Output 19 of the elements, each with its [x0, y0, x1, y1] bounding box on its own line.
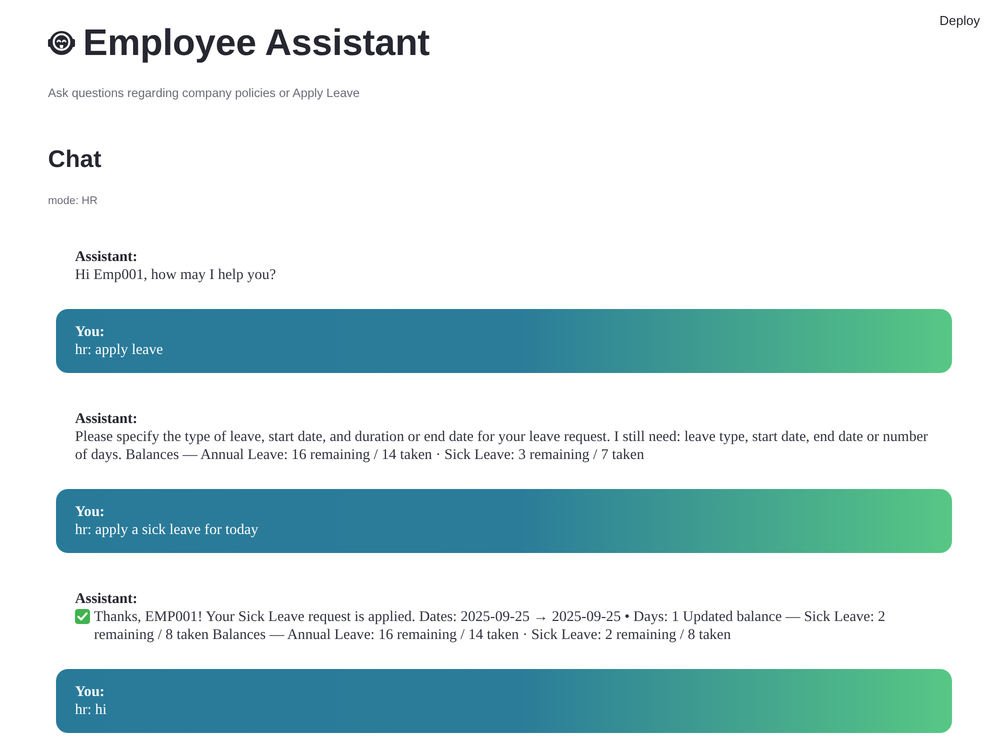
sender-label: Assistant: — [75, 248, 138, 266]
sender-label: You: — [75, 683, 105, 701]
message-text: Hi Emp001, how may I help you? — [75, 266, 277, 284]
message-text: hr: apply leave — [75, 341, 164, 359]
sender-label: Assistant: — [75, 590, 138, 608]
chat-heading: Chat — [48, 145, 102, 175]
message-text: hr: hi — [75, 701, 108, 719]
robot-face-icon — [48, 30, 75, 56]
mode-label: mode: HR — [48, 194, 98, 208]
check-mark-icon — [75, 609, 90, 624]
message-text: hr: apply a sick leave for today — [75, 521, 260, 539]
sender-label: You: — [75, 323, 105, 341]
sender-label: Assistant: — [75, 410, 138, 428]
page-title: Employee Assistant — [83, 21, 430, 65]
page-subtitle: Ask questions regarding company policies or Apply Leave — [48, 85, 360, 101]
message-text: Please specify the type of leave, start date, and duration or end date for your leave request. I still need: leave type, start date, end date or number of days. Balances — Annual Leave: 16 remaining / 14 taken · Sick Leave: 3 remaining / 7 taken — [75, 428, 929, 464]
deploy-button[interactable]: Deploy — [940, 12, 980, 30]
sender-label: You: — [75, 503, 105, 521]
message-text: Thanks, EMP001! Your Sick Leave request is applied. Dates: 2025-09-25 → 2025-09-25 • Days: 1 Updated balance — Sick Leave: 2 remaining / 8 taken Balances — Annual Leave: 16 remaining / 14 taken · Sick Leave: 2 remaining / 8 taken — [94, 608, 886, 644]
